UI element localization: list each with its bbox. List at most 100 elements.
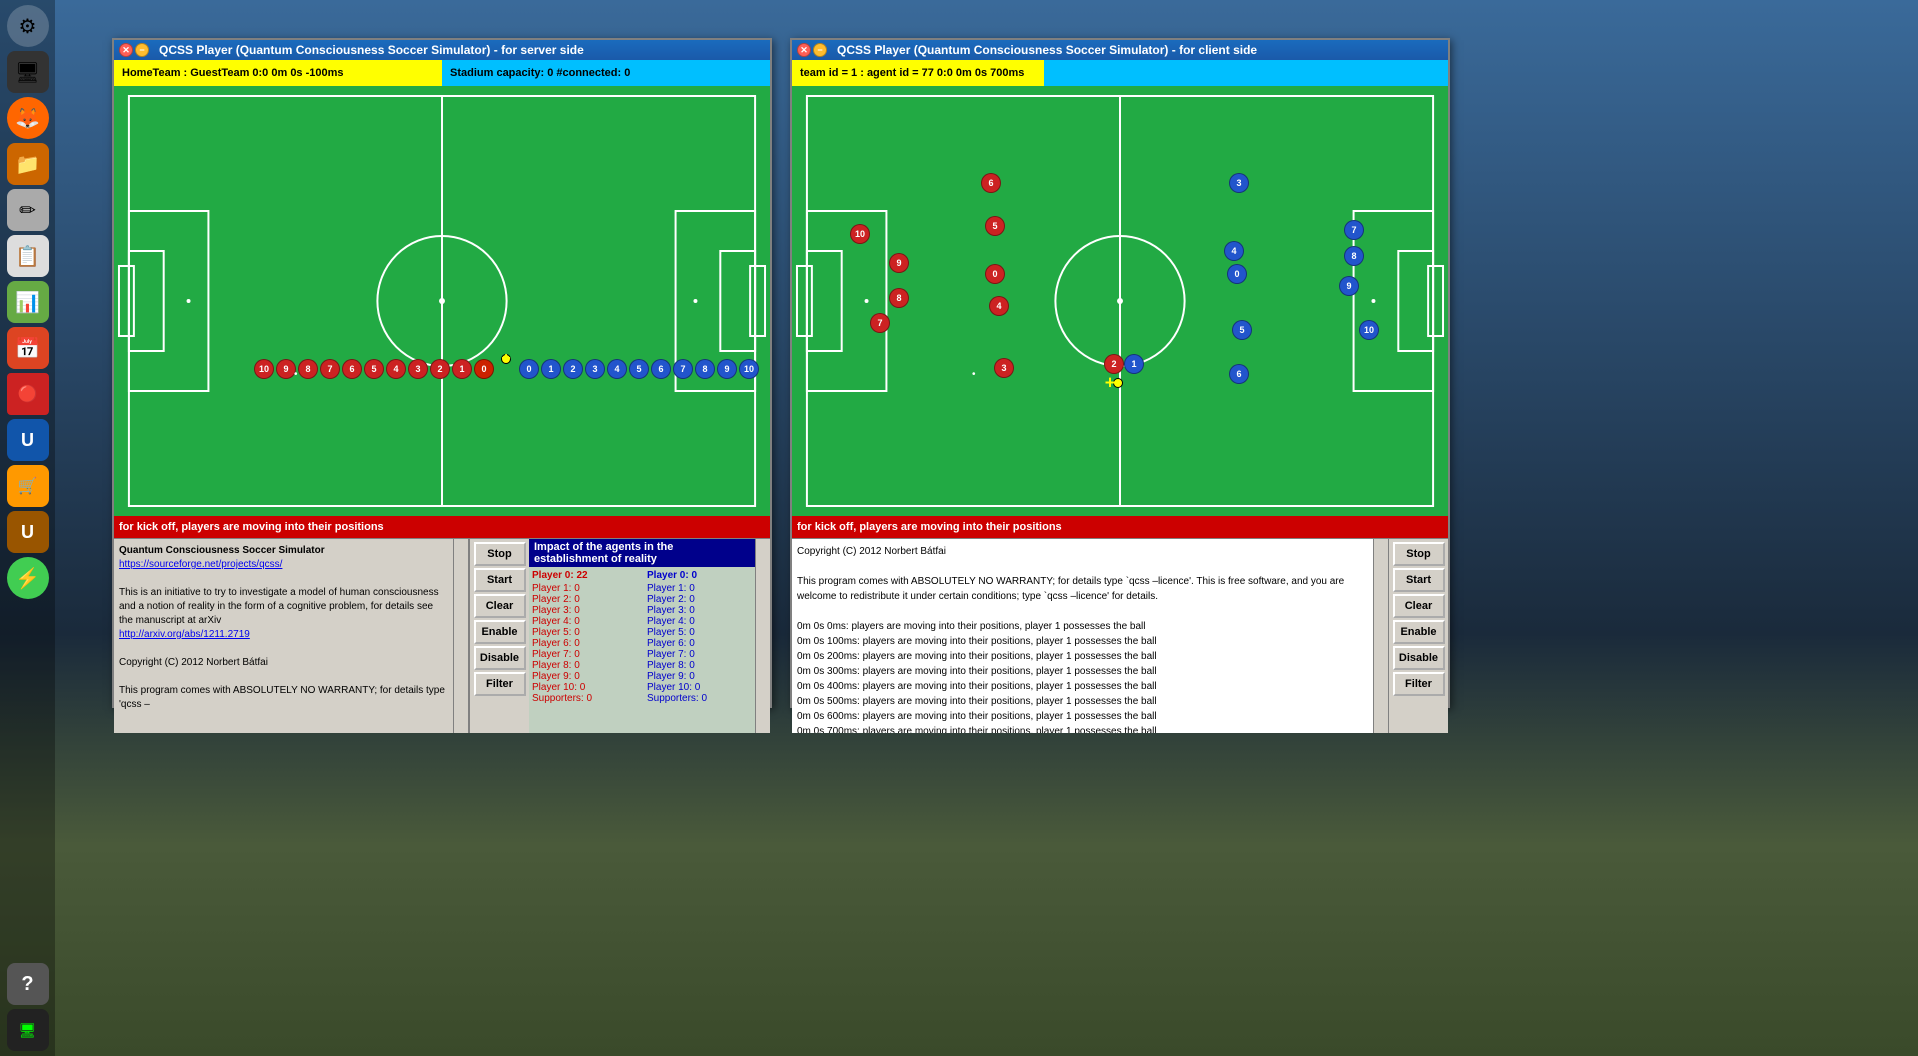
client-red-p8: 8 bbox=[889, 288, 909, 308]
taskbar-icon-calendar[interactable]: 📅 bbox=[7, 327, 49, 369]
taskbar-icon-terminal[interactable]: 🖥 bbox=[7, 1009, 49, 1051]
server-stats-row10-c1: Player 10: 0 bbox=[532, 682, 637, 693]
server-stop-button[interactable]: Stop bbox=[474, 542, 526, 566]
server-enable-button[interactable]: Enable bbox=[474, 620, 526, 644]
client-red-p3: 3 bbox=[994, 358, 1014, 378]
taskbar-icon-0[interactable]: ⚙ bbox=[7, 5, 49, 47]
server-soccer-field: 10 9 8 7 6 5 4 3 2 1 0 + 0 1 2 3 4 5 6 7… bbox=[114, 86, 770, 516]
client-red-p4: 4 bbox=[989, 296, 1009, 316]
server-red-p0: 0 bbox=[474, 359, 494, 379]
client-enable-button[interactable]: Enable bbox=[1393, 620, 1445, 644]
server-red-p3: 3 bbox=[408, 359, 428, 379]
client-blue-p10: 10 bbox=[1359, 320, 1379, 340]
server-clear-button[interactable]: Clear bbox=[474, 594, 526, 618]
taskbar-icon-help[interactable]: ? bbox=[7, 963, 49, 1005]
client-min-btn[interactable]: − bbox=[813, 43, 827, 57]
client-red-p2: 2 bbox=[1104, 354, 1124, 374]
client-ball-crosshair: + bbox=[1105, 373, 1116, 394]
taskbar-icon-red[interactable]: 🔴 bbox=[7, 373, 49, 415]
server-blue-p0: 0 bbox=[519, 359, 539, 379]
server-blue-p3: 3 bbox=[585, 359, 605, 379]
client-clear-button[interactable]: Clear bbox=[1393, 594, 1445, 618]
server-red-p1: 1 bbox=[452, 359, 472, 379]
taskbar-icon-1[interactable]: 🖥 bbox=[7, 51, 49, 93]
client-start-button[interactable]: Start bbox=[1393, 568, 1445, 592]
server-filter-button[interactable]: Filter bbox=[474, 672, 526, 696]
server-blue-p5: 5 bbox=[629, 359, 649, 379]
server-copyright: Copyright (C) 2012 Norbert Bátfai bbox=[119, 657, 268, 668]
client-buttons-panel: Stop Start Clear Enable Disable Filter bbox=[1388, 539, 1448, 733]
server-disable-button[interactable]: Disable bbox=[474, 646, 526, 670]
server-blue-p6: 6 bbox=[651, 359, 671, 379]
client-blue-p1: 1 bbox=[1124, 354, 1144, 374]
client-marker-l: • bbox=[972, 369, 976, 380]
taskbar-icon-u1[interactable]: U bbox=[7, 419, 49, 461]
client-red-p9: 9 bbox=[889, 253, 909, 273]
taskbar-icon-edit[interactable]: ✏ bbox=[7, 189, 49, 231]
client-red-p6: 6 bbox=[981, 173, 1001, 193]
server-stats-supporters-c1: Supporters: 0 bbox=[532, 693, 637, 704]
client-log-warranty: This program comes with ABSOLUTELY NO WA… bbox=[797, 574, 1368, 604]
server-red-p6: 6 bbox=[342, 359, 362, 379]
client-filter-button[interactable]: Filter bbox=[1393, 672, 1445, 696]
client-log-container: Copyright (C) 2012 Norbert Bátfai This p… bbox=[792, 539, 1388, 733]
server-stats-scrollbar[interactable] bbox=[755, 539, 770, 733]
taskbar-icon-amazon[interactable]: 🛒 bbox=[7, 465, 49, 507]
client-log-line2: 0m 0s 200ms: players are moving into the… bbox=[797, 649, 1368, 664]
taskbar-icon-spreadsheet[interactable]: 📊 bbox=[7, 281, 49, 323]
taskbar-icon-u2[interactable]: U bbox=[7, 511, 49, 553]
server-status-left: HomeTeam : GuestTeam 0:0 0m 0s -100ms bbox=[114, 60, 442, 86]
server-min-btn[interactable]: − bbox=[135, 43, 149, 57]
server-start-button[interactable]: Start bbox=[474, 568, 526, 592]
server-blue-p9: 9 bbox=[717, 359, 737, 379]
server-stats-row4-c1: Player 4: 0 bbox=[532, 616, 637, 627]
server-window: ✕ − QCSS Player (Quantum Consciousness S… bbox=[112, 38, 772, 708]
client-log-line5: 0m 0s 500ms: players are moving into the… bbox=[797, 694, 1368, 709]
server-window-controls[interactable]: ✕ − bbox=[119, 43, 149, 57]
server-field-svg bbox=[114, 86, 770, 516]
server-red-p9: 9 bbox=[276, 359, 296, 379]
server-blue-p2: 2 bbox=[563, 359, 583, 379]
client-blue-p5: 5 bbox=[1232, 320, 1252, 340]
server-blue-p4: 4 bbox=[607, 359, 627, 379]
server-stats-row6-c2: Player 6: 0 bbox=[647, 638, 752, 649]
server-red-p2: 2 bbox=[430, 359, 450, 379]
client-window-controls[interactable]: ✕ − bbox=[797, 43, 827, 57]
client-window: ✕ − QCSS Player (Quantum Consciousness S… bbox=[790, 38, 1450, 708]
server-link-arxiv[interactable]: http://arxiv.org/abs/1211.2719 bbox=[119, 629, 250, 640]
server-red-p7: 7 bbox=[320, 359, 340, 379]
server-status-bar: HomeTeam : GuestTeam 0:0 0m 0s -100ms St… bbox=[114, 60, 770, 86]
client-disable-button[interactable]: Disable bbox=[1393, 646, 1445, 670]
server-stats-row8-c1: Player 8: 0 bbox=[532, 660, 637, 671]
client-red-p0: 0 bbox=[985, 264, 1005, 284]
server-close-btn[interactable]: ✕ bbox=[119, 43, 133, 57]
server-status-right: Stadium capacity: 0 #connected: 0 bbox=[442, 60, 770, 86]
server-stats-row7-c1: Player 7: 0 bbox=[532, 649, 637, 660]
server-titlebar: ✕ − QCSS Player (Quantum Consciousness S… bbox=[114, 40, 770, 60]
server-link-sf[interactable]: https://sourceforge.net/projects/qcss/ bbox=[119, 559, 282, 570]
server-stats-row1-c1: Player 1: 0 bbox=[532, 583, 637, 594]
client-blue-p3: 3 bbox=[1229, 173, 1249, 193]
client-close-btn[interactable]: ✕ bbox=[797, 43, 811, 57]
client-log-line3: 0m 0s 300ms: players are moving into the… bbox=[797, 664, 1368, 679]
server-stats-col2-header: Player 0: 0 bbox=[647, 570, 752, 581]
server-stats-col1: Player 0: 22 Player 1: 0 Player 2: 0 Pla… bbox=[532, 570, 637, 730]
client-log-line4: 0m 0s 400ms: players are moving into the… bbox=[797, 679, 1368, 694]
client-stop-button[interactable]: Stop bbox=[1393, 542, 1445, 566]
taskbar-icon-qt[interactable]: ⚡ bbox=[7, 557, 49, 599]
client-red-p7: 7 bbox=[870, 313, 890, 333]
taskbar-icon-files[interactable]: 📁 bbox=[7, 143, 49, 185]
client-log-scrollbar[interactable] bbox=[1373, 539, 1388, 733]
client-blue-p7: 7 bbox=[1344, 220, 1364, 240]
client-blue-p4: 4 bbox=[1224, 241, 1244, 261]
server-stats-supporters-c2: Supporters: 0 bbox=[647, 693, 752, 704]
taskbar-icon-firefox[interactable]: 🦊 bbox=[7, 97, 49, 139]
client-log-area: Copyright (C) 2012 Norbert Bátfai This p… bbox=[792, 539, 1373, 733]
server-left-panel: Quantum Consciousness Soccer Simulator h… bbox=[114, 539, 469, 733]
server-blue-p8: 8 bbox=[695, 359, 715, 379]
server-stats-col1-header: Player 0: 22 bbox=[532, 570, 637, 581]
server-text-scrollbar[interactable] bbox=[453, 539, 468, 733]
server-stats-header: Impact of the agents in the establishmen… bbox=[529, 539, 755, 567]
taskbar-icon-notes[interactable]: 📋 bbox=[7, 235, 49, 277]
server-text-area: Quantum Consciousness Soccer Simulator h… bbox=[114, 539, 453, 733]
